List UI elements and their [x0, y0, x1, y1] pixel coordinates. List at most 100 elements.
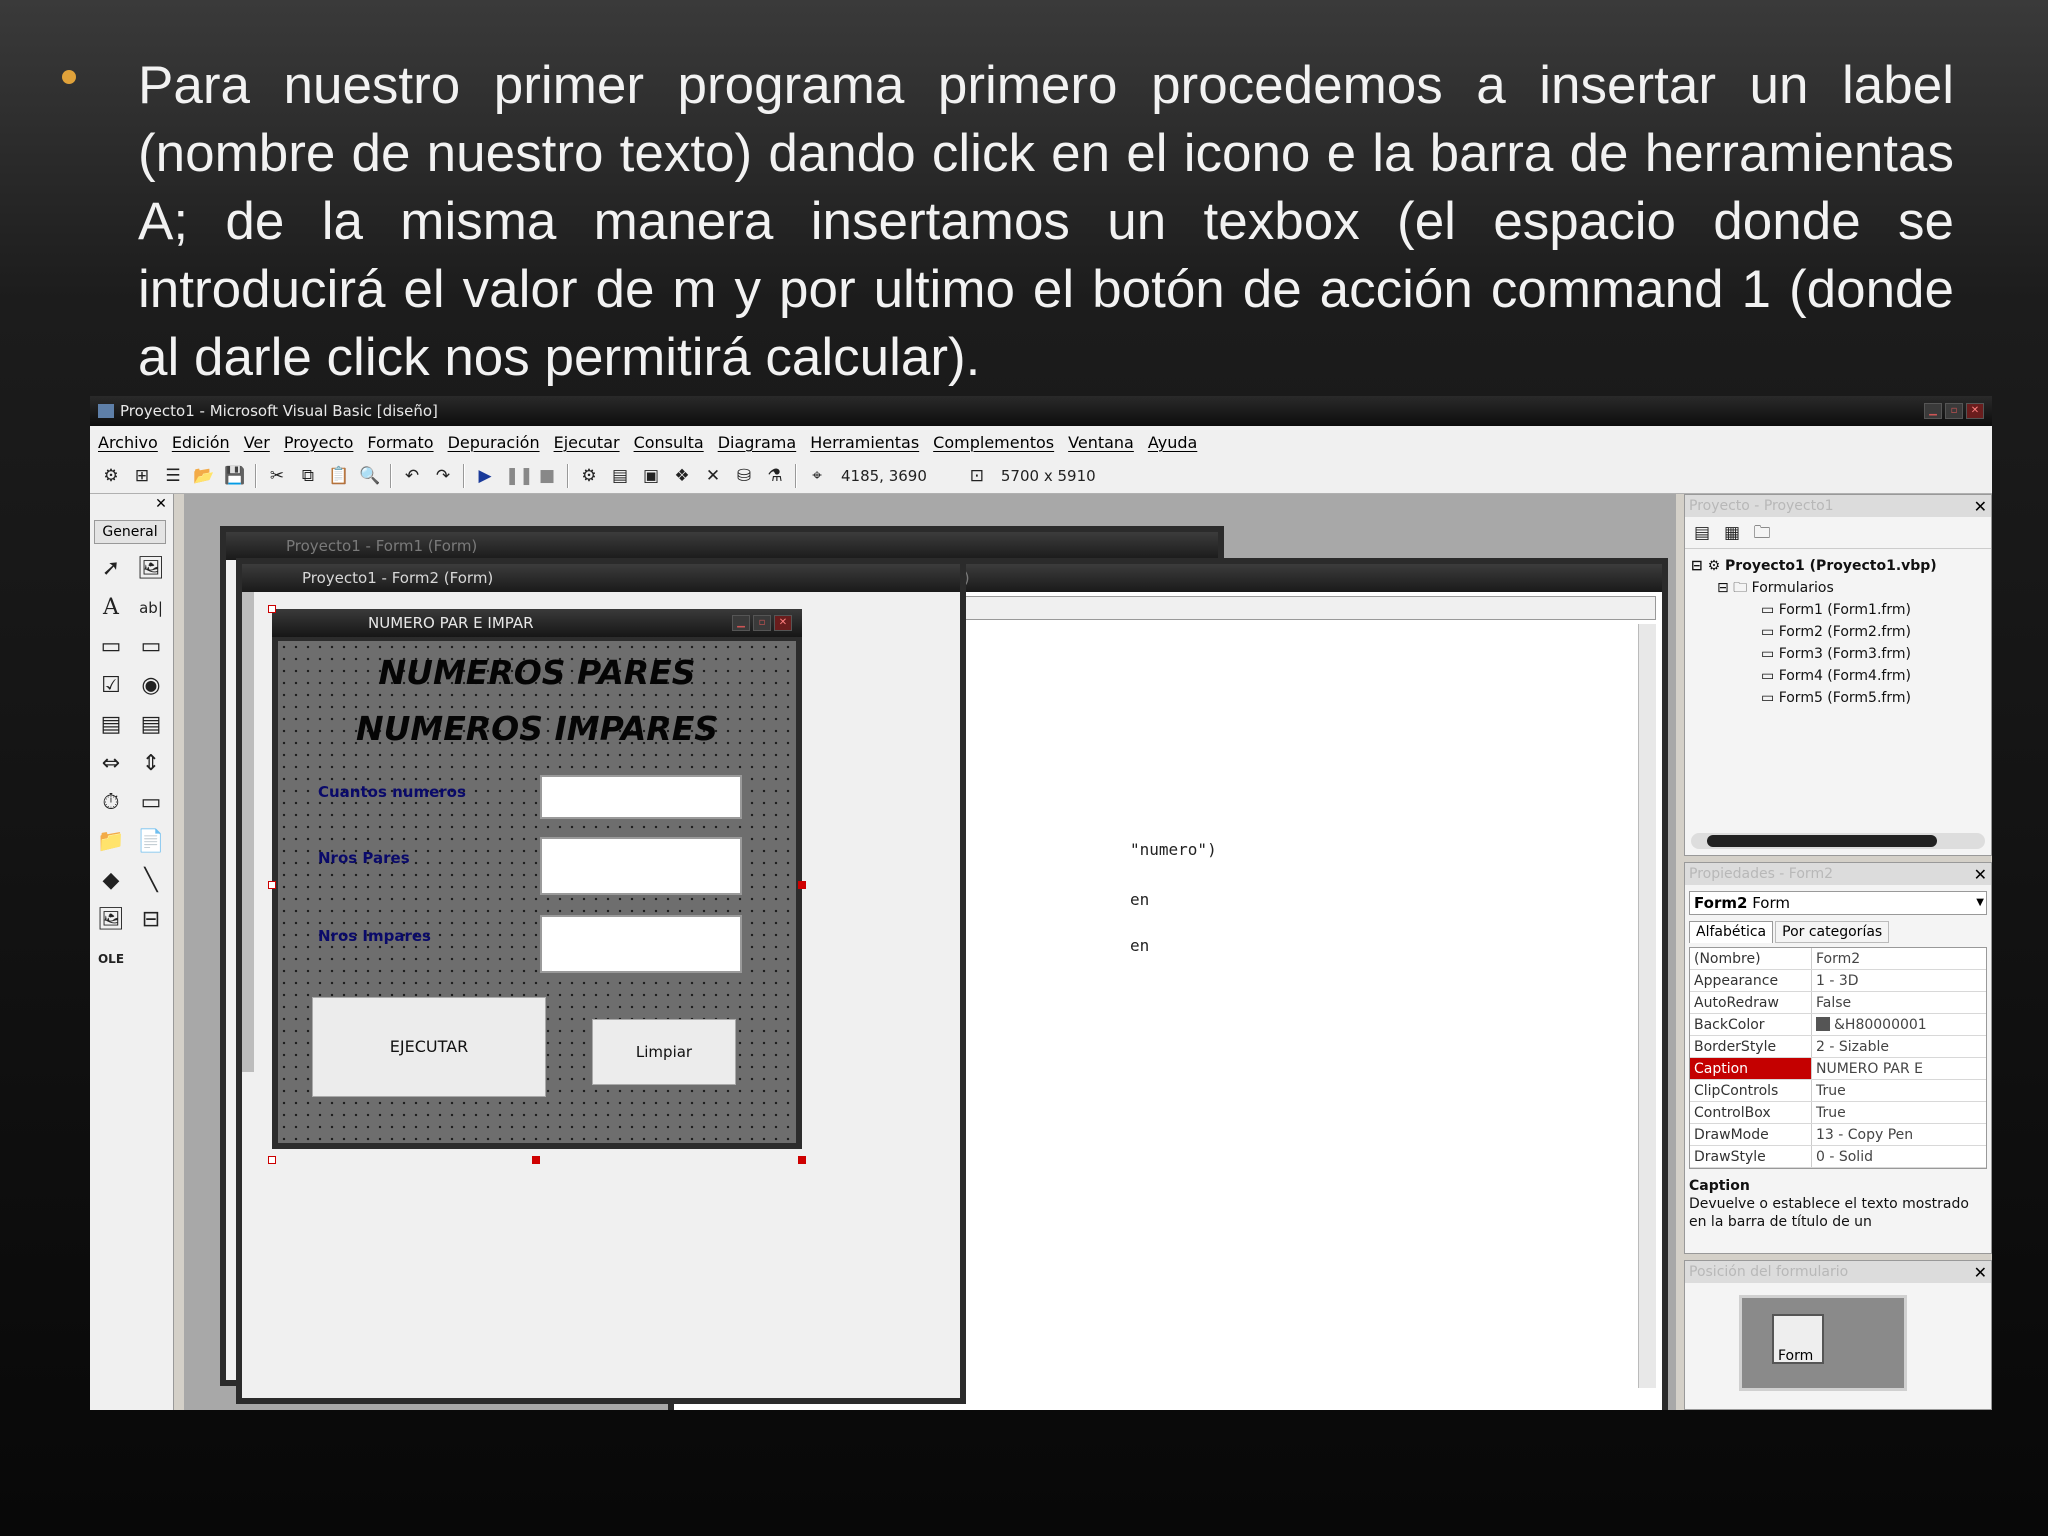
form-layout-icon[interactable]: ▣ — [640, 465, 662, 487]
prop-value[interactable]: 2 - Sizable — [1812, 1036, 1986, 1057]
form-layout-close-icon[interactable]: ✕ — [1974, 1262, 1987, 1284]
tree-item-form4[interactable]: ▭ Form4 (Form4.frm) — [1691, 665, 1991, 687]
open-icon[interactable]: 📂 — [193, 465, 215, 487]
close-icon[interactable]: ✕ — [1966, 403, 1984, 419]
menu-ayuda[interactable]: Ayuda — [1148, 433, 1197, 452]
resize-handle[interactable] — [268, 1156, 276, 1164]
project-explorer-icon[interactable]: ⚙ — [578, 465, 600, 487]
prop-value[interactable]: True — [1812, 1080, 1986, 1101]
menu-ejecutar[interactable]: Ejecutar — [554, 433, 620, 452]
resize-handle[interactable] — [532, 1156, 540, 1164]
resize-handle[interactable] — [268, 605, 276, 613]
tree-item-form2[interactable]: ▭ Form2 (Form2.frm) — [1691, 621, 1991, 643]
properties-window-icon[interactable]: ▤ — [609, 465, 631, 487]
add-project-icon[interactable]: ⚙ — [100, 465, 122, 487]
form-minimize-icon[interactable]: ▁ — [732, 615, 750, 631]
paste-icon[interactable]: 📋 — [328, 465, 350, 487]
menu-herramientas[interactable]: Herramientas — [810, 433, 919, 452]
data-tool-icon[interactable]: ⊟ — [136, 905, 166, 935]
prop-row[interactable]: BorderStyle 2 - Sizable — [1690, 1036, 1986, 1058]
prop-row[interactable]: DrawMode 13 - Copy Pen — [1690, 1124, 1986, 1146]
tree-root[interactable]: ⊟ ⚙ Proyecto1 (Proyecto1.vbp) — [1691, 555, 1991, 577]
minimize-icon[interactable]: ▁ — [1924, 403, 1942, 419]
dirlistbox-tool-icon[interactable]: 📁 — [96, 827, 126, 857]
ole-tool-icon[interactable]: OLE — [96, 944, 126, 974]
prop-row[interactable]: BackColor &H80000001 — [1690, 1014, 1986, 1036]
tree-item-form1[interactable]: ▭ Form1 (Form1.frm) — [1691, 599, 1991, 621]
prop-value[interactable]: &H80000001 — [1812, 1014, 1986, 1035]
prop-row[interactable]: DrawStyle 0 - Solid — [1690, 1146, 1986, 1168]
tree-folder[interactable]: ⊟ 🗀 Formularios — [1691, 577, 1991, 599]
hscrollbar-tool-icon[interactable]: ⇔ — [96, 749, 126, 779]
textbox-pares[interactable] — [540, 837, 742, 895]
toggle-folders-icon[interactable]: 🗀 — [1751, 522, 1773, 544]
toolbox-general-tab[interactable]: General — [94, 520, 166, 544]
prop-row[interactable]: (Nombre) Form2 — [1690, 948, 1986, 970]
listbox-tool-icon[interactable]: ▤ — [136, 710, 166, 740]
stop-icon[interactable]: ■ — [536, 465, 558, 487]
prop-value[interactable]: Form2 — [1812, 948, 1986, 969]
picturebox-tool-icon[interactable]: 🖼 — [136, 554, 166, 584]
shape-tool-icon[interactable]: ◆ — [96, 866, 126, 896]
redo-icon[interactable]: ↷ — [432, 465, 454, 487]
menu-archivo[interactable]: Archivo — [98, 433, 158, 452]
menu-proyecto[interactable]: Proyecto — [284, 433, 354, 452]
menu-consulta[interactable]: Consulta — [634, 433, 704, 452]
prop-row[interactable]: ControlBox True — [1690, 1102, 1986, 1124]
view-object-icon[interactable]: ▦ — [1721, 522, 1743, 544]
prop-row[interactable]: ClipControls True — [1690, 1080, 1986, 1102]
resize-handle[interactable] — [798, 881, 806, 889]
pointer-tool-icon[interactable]: ➚ — [96, 554, 126, 584]
resize-handle[interactable] — [798, 1156, 806, 1164]
prop-value[interactable]: 1 - 3D — [1812, 970, 1986, 991]
commandbutton-tool-icon[interactable]: ▭ — [136, 632, 166, 662]
tree-item-form3[interactable]: ▭ Form3 (Form3.frm) — [1691, 643, 1991, 665]
textbox-tool-icon[interactable]: ab| — [136, 593, 166, 623]
prop-row[interactable]: AutoRedraw False — [1690, 992, 1986, 1014]
timer-tool-icon[interactable]: ⏱ — [96, 788, 126, 818]
object-selector[interactable]: Form2 Form ▼ — [1689, 891, 1987, 915]
start-icon[interactable]: ▶ — [474, 465, 496, 487]
filelistbox-tool-icon[interactable]: 📄 — [136, 827, 166, 857]
cut-icon[interactable]: ✂ — [266, 465, 288, 487]
project-hscrollbar[interactable] — [1691, 833, 1985, 849]
view-code-icon[interactable]: ▤ — [1691, 522, 1713, 544]
form-numero-par-impar[interactable]: NUMERO PAR E IMPAR ▁ ▫ ✕ NUMEROS PARES N… — [272, 609, 802, 1149]
undo-icon[interactable]: ↶ — [401, 465, 423, 487]
tree-item-form5[interactable]: ▭ Form5 (Form5.frm) — [1691, 687, 1991, 709]
menu-ventana[interactable]: Ventana — [1068, 433, 1134, 452]
prop-row-selected[interactable]: Caption NUMERO PAR E — [1690, 1058, 1986, 1080]
limpiar-button[interactable]: Limpiar — [592, 1019, 736, 1085]
prop-value[interactable]: 13 - Copy Pen — [1812, 1124, 1986, 1145]
combobox-tool-icon[interactable]: ▤ — [96, 710, 126, 740]
prop-value[interactable]: False — [1812, 992, 1986, 1013]
tab-por-categorias[interactable]: Por categorías — [1775, 921, 1890, 943]
copy-icon[interactable]: ⧉ — [297, 465, 319, 487]
menu-complementos[interactable]: Complementos — [933, 433, 1054, 452]
form-maximize-icon[interactable]: ▫ — [753, 615, 771, 631]
optionbutton-tool-icon[interactable]: ◉ — [136, 671, 166, 701]
project-panel-close-icon[interactable]: ✕ — [1974, 496, 1987, 518]
component-manager-icon[interactable]: ⚗ — [764, 465, 786, 487]
menu-editor-icon[interactable]: ☰ — [162, 465, 184, 487]
maximize-icon[interactable]: ▫ — [1945, 403, 1963, 419]
image-tool-icon[interactable]: 🖼 — [96, 905, 126, 935]
properties-panel-close-icon[interactable]: ✕ — [1974, 864, 1987, 886]
toolbox-close-icon[interactable]: ✕ — [153, 496, 169, 512]
tab-alfabetica[interactable]: Alfabética — [1689, 921, 1774, 943]
label-tool-icon[interactable]: A — [96, 593, 126, 623]
data-view-icon[interactable]: ⛁ — [733, 465, 755, 487]
prop-value[interactable]: True — [1812, 1102, 1986, 1123]
menu-formato[interactable]: Formato — [367, 433, 433, 452]
ejecutar-button[interactable]: EJECUTAR — [312, 997, 546, 1097]
prop-value[interactable]: NUMERO PAR E — [1812, 1058, 1986, 1079]
drivelistbox-tool-icon[interactable]: ▭ — [136, 788, 166, 818]
object-browser-icon[interactable]: ❖ — [671, 465, 693, 487]
menu-edicion[interactable]: Edición — [172, 433, 230, 452]
form-close-icon[interactable]: ✕ — [774, 615, 792, 631]
add-form-icon[interactable]: ⊞ — [131, 465, 153, 487]
prop-row[interactable]: Appearance 1 - 3D — [1690, 970, 1986, 992]
vscrollbar-tool-icon[interactable]: ⇕ — [136, 749, 166, 779]
resize-handle[interactable] — [268, 881, 276, 889]
line-tool-icon[interactable]: ╲ — [136, 866, 166, 896]
